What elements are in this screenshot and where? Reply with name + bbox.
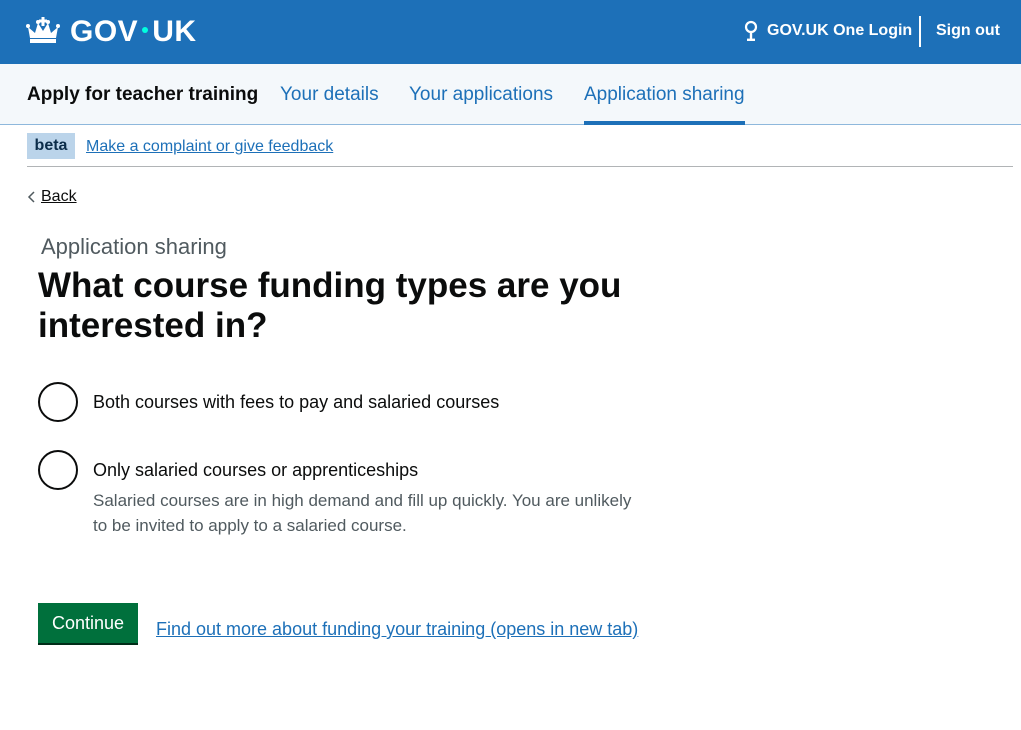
person-icon xyxy=(744,20,758,41)
service-navigation: Apply for teacher training Your details … xyxy=(0,64,1021,125)
page-caption: Application sharing xyxy=(41,234,227,259)
sign-out-link[interactable]: Sign out xyxy=(936,20,1000,42)
radio-option-both[interactable]: Both courses with fees to pay and salari… xyxy=(38,382,638,424)
funding-info-link[interactable]: Find out more about funding your trainin… xyxy=(156,618,638,640)
radio-label[interactable]: Both courses with fees to pay and salari… xyxy=(93,390,499,414)
logo-text-gov: GOV xyxy=(70,15,139,48)
continue-button[interactable]: Continue xyxy=(38,603,138,643)
one-login-link[interactable]: GOV.UK One Login xyxy=(742,20,912,42)
radio-label[interactable]: Only salaried courses or apprenticeships xyxy=(93,458,418,482)
logo-text-uk: UK xyxy=(152,15,197,48)
nav-item-application-sharing[interactable]: Application sharing xyxy=(584,83,745,125)
radio-button[interactable] xyxy=(38,450,78,490)
chevron-left-icon xyxy=(27,191,35,203)
one-login-label: GOV.UK One Login xyxy=(767,22,913,39)
header-divider xyxy=(919,16,921,47)
nav-item-your-applications[interactable]: Your applications xyxy=(409,83,553,107)
logo-dot xyxy=(142,27,149,34)
service-name[interactable]: Apply for teacher training xyxy=(27,83,258,107)
radio-button[interactable] xyxy=(38,382,78,422)
page-title: What course funding types are you intere… xyxy=(38,266,622,345)
govuk-header: GOV UK GOV.UK One Login Sign out xyxy=(0,0,1021,64)
beta-tag: beta xyxy=(27,133,75,159)
crown-icon xyxy=(26,17,60,43)
back-link-label: Back xyxy=(41,188,77,205)
back-link[interactable]: Back xyxy=(27,187,77,207)
radio-hint: Salaried courses are in high demand and … xyxy=(93,491,632,535)
phase-banner: beta Make a complaint or give feedback xyxy=(27,133,1013,167)
govuk-logo-link[interactable]: GOV UK xyxy=(70,14,197,50)
nav-item-your-details[interactable]: Your details xyxy=(280,83,379,107)
radio-option-salaried-only[interactable]: Only salaried courses or apprenticeships… xyxy=(38,450,638,540)
feedback-link[interactable]: Make a complaint or give feedback xyxy=(86,137,333,157)
